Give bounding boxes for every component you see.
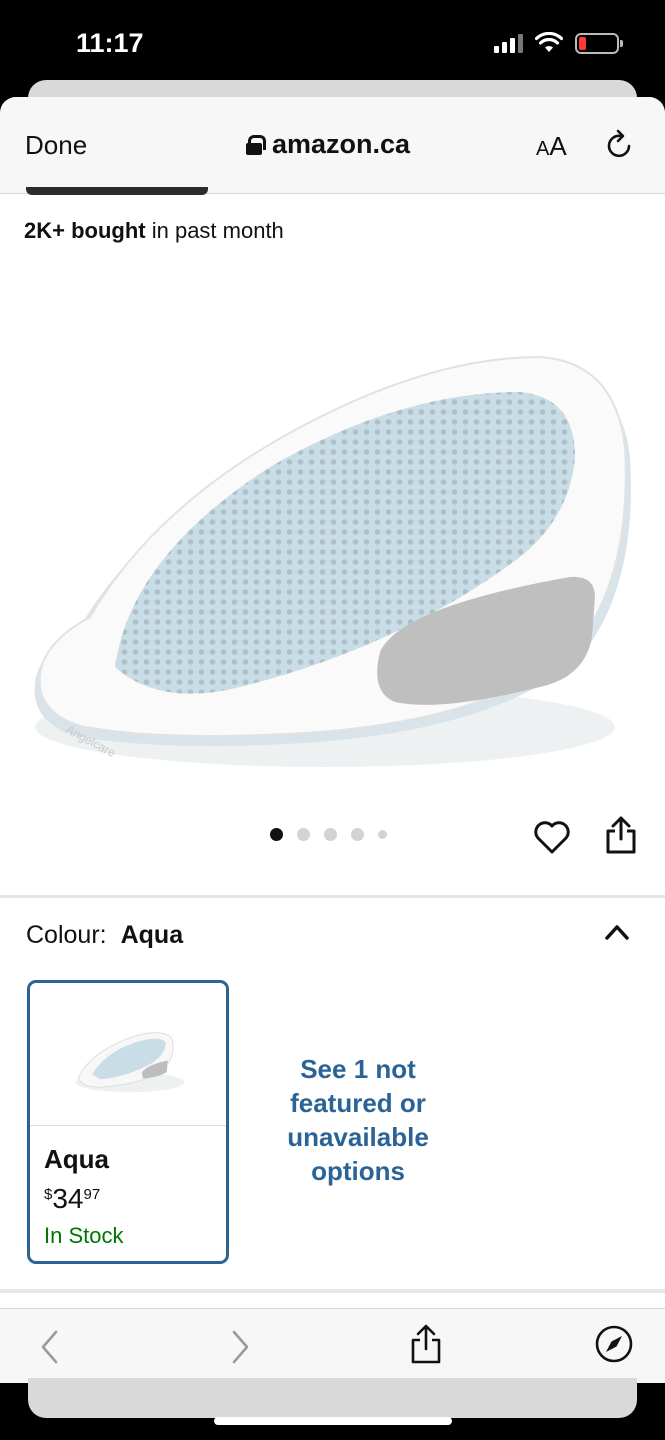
- browser-bottom-toolbar: [0, 1308, 665, 1383]
- swatch-price: $34 97: [44, 1183, 101, 1214]
- address-bar[interactable]: amazon.ca: [246, 129, 410, 160]
- share-icon[interactable]: [409, 1323, 443, 1365]
- share-icon[interactable]: [604, 815, 638, 855]
- background-sheet: [28, 1378, 637, 1418]
- browser-top-bar: Done amazon.ca AA: [0, 97, 665, 194]
- lock-icon: [246, 134, 266, 155]
- text-size-button[interactable]: AA: [536, 131, 567, 162]
- browser-sheet: Done amazon.ca AA 2K+ bought in past mon…: [0, 97, 665, 1383]
- colour-value: Aqua: [120, 921, 184, 949]
- bought-count: 2K+ bought in past month: [24, 218, 284, 243]
- reload-icon[interactable]: [604, 129, 636, 161]
- stock-status: In Stock: [44, 1223, 124, 1248]
- status-icons: [494, 32, 623, 54]
- gallery-dots[interactable]: [270, 828, 387, 841]
- gallery-dot[interactable]: [270, 828, 283, 841]
- back-icon[interactable]: [38, 1329, 62, 1365]
- see-more-options-link[interactable]: See 1 not featured or unavailable option…: [268, 1052, 448, 1188]
- heart-icon[interactable]: [533, 819, 571, 855]
- section-divider: [0, 1289, 665, 1293]
- swatch-thumbnail: [30, 1032, 226, 1126]
- colour-label: Colour:: [26, 921, 107, 949]
- status-bar: 11:17: [0, 0, 665, 82]
- chevron-up-icon[interactable]: [604, 923, 630, 941]
- compass-icon[interactable]: [594, 1324, 634, 1364]
- forward-icon[interactable]: [228, 1329, 252, 1365]
- swatch-name: Aqua: [44, 1144, 109, 1174]
- colour-selector-header[interactable]: Colour: Aqua: [26, 921, 183, 950]
- clipped-button: [26, 187, 208, 195]
- domain-label: amazon.ca: [272, 129, 411, 159]
- done-button[interactable]: Done: [25, 130, 87, 161]
- cellular-signal-icon: [494, 33, 523, 53]
- battery-low-icon: [575, 32, 623, 54]
- section-divider: [0, 895, 665, 898]
- status-time: 11:17: [76, 28, 144, 58]
- gallery-dot[interactable]: [351, 828, 364, 841]
- wifi-icon: [535, 32, 563, 52]
- gallery-dot[interactable]: [297, 828, 310, 841]
- gallery-dot[interactable]: [378, 830, 387, 839]
- colour-swatch-aqua[interactable]: Aqua $34 97 In Stock: [27, 980, 229, 1264]
- gallery-dot[interactable]: [324, 828, 337, 841]
- baby-bath-seat-image[interactable]: Angelcare: [20, 257, 650, 777]
- home-indicator[interactable]: [214, 1417, 452, 1425]
